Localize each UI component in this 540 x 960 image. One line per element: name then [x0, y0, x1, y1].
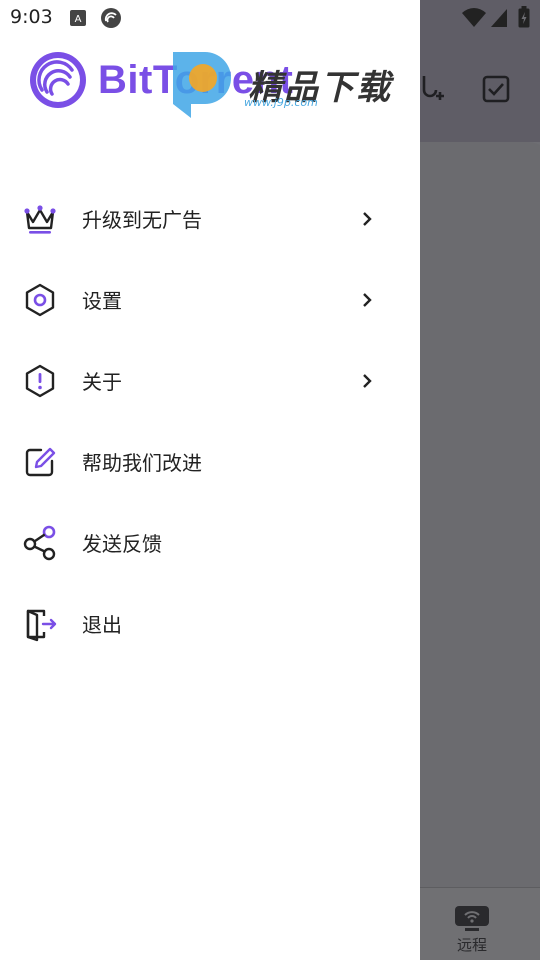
background-card — [420, 142, 540, 887]
chevron-right-icon — [358, 291, 376, 309]
gear-icon — [22, 282, 58, 318]
watermark-logo-icon — [165, 48, 235, 124]
svg-text:A: A — [75, 14, 82, 25]
menu-item-help-improve[interactable]: 帮助我们改进 — [0, 421, 420, 502]
menu-item-label: 退出 — [82, 613, 122, 637]
menu-item-feedback[interactable]: 发送反馈 — [0, 502, 420, 583]
add-torrent-icon[interactable] — [420, 74, 446, 108]
crown-icon — [22, 201, 58, 237]
accessibility-icon: A — [70, 10, 86, 30]
cell-signal-icon — [490, 8, 508, 32]
menu-item-label: 发送反馈 — [82, 532, 162, 556]
navigation-drawer: BitTorrent 精品下载 www.j9p.com 升级到无广告 — [0, 0, 420, 960]
battery-icon — [518, 6, 530, 32]
share-icon — [22, 525, 58, 561]
select-checkbox-icon[interactable] — [482, 75, 510, 107]
bittorrent-notification-icon — [100, 7, 122, 33]
chevron-right-icon — [358, 372, 376, 390]
edit-icon — [22, 444, 58, 480]
menu-item-label: 升级到无广告 — [82, 208, 202, 232]
menu-item-upgrade[interactable]: 升级到无广告 — [0, 178, 420, 259]
status-bar: 9:03 A — [0, 0, 540, 36]
exit-icon — [22, 606, 58, 642]
bittorrent-logo-icon — [30, 52, 86, 108]
wifi-icon — [462, 8, 486, 32]
remote-tab-icon[interactable] — [452, 904, 492, 938]
menu-item-settings[interactable]: 设置 — [0, 259, 420, 340]
menu-item-exit[interactable]: 退出 — [0, 583, 420, 664]
chevron-right-icon — [358, 210, 376, 228]
info-hexagon-icon — [22, 363, 58, 399]
watermark-url: www.j9p.com — [244, 96, 318, 109]
drawer-menu: 升级到无广告 设置 关于 帮助我们改进 发送反馈 退出 — [0, 178, 420, 664]
remote-tab-label[interactable]: 远程 — [446, 934, 498, 955]
menu-item-label: 设置 — [82, 289, 122, 313]
menu-item-about[interactable]: 关于 — [0, 340, 420, 421]
menu-item-label: 关于 — [82, 370, 122, 394]
menu-item-label: 帮助我们改进 — [82, 451, 202, 475]
status-time: 9:03 — [10, 6, 53, 28]
